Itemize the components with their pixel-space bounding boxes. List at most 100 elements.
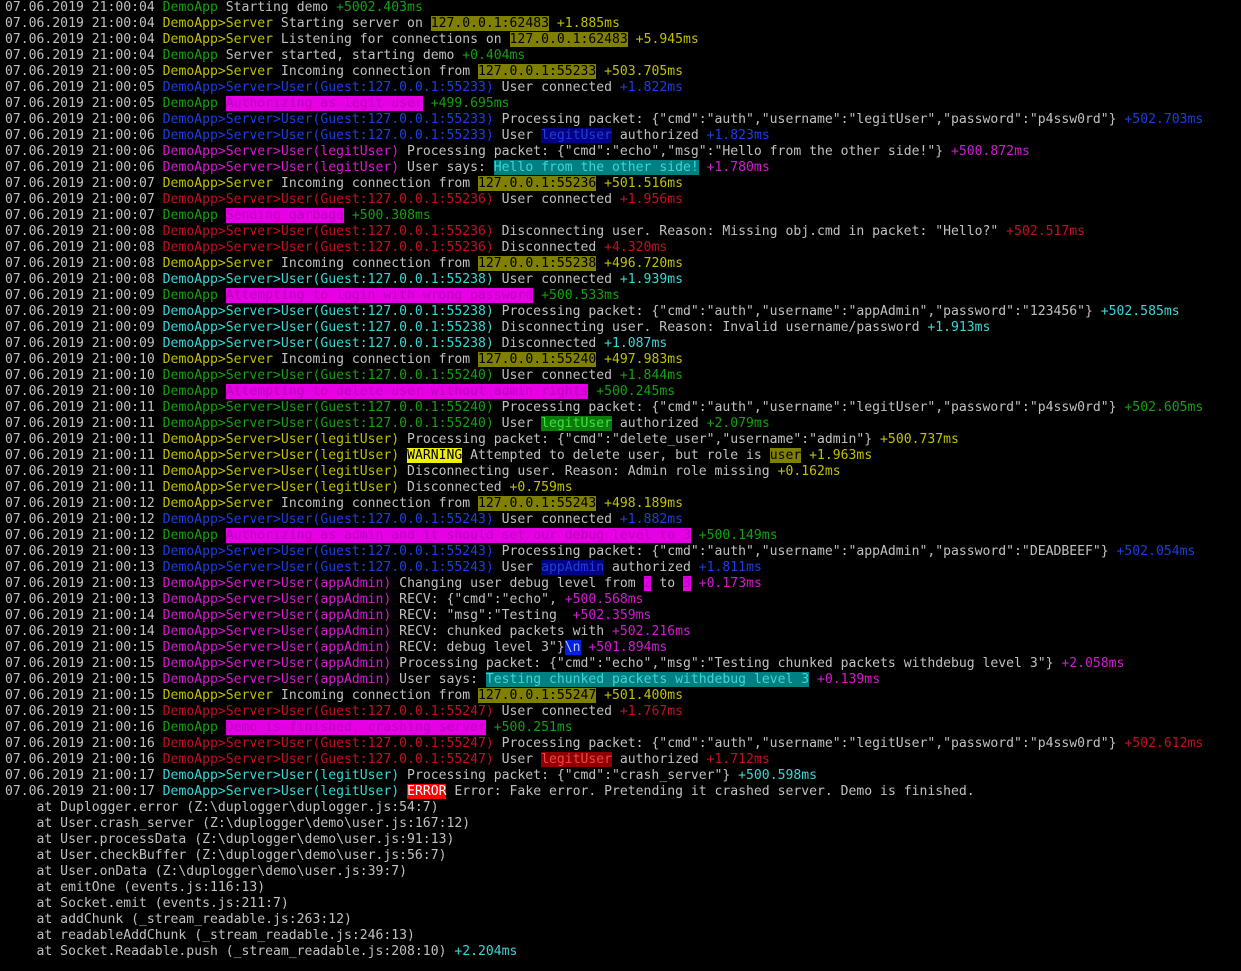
log-line: 07.06.2019 21:00:04 DemoApp>Server Liste…	[5, 32, 1241, 48]
log-text: User	[493, 752, 542, 767]
log-text: Server started, starting demo	[217, 48, 463, 63]
log-text: Processing packet: {"cmd":"auth","userna…	[493, 304, 1101, 319]
log-text: +500.251ms	[485, 720, 573, 735]
highlighted-text: Attempting to login with wrong password	[225, 288, 534, 303]
highlighted-text: 127.0.0.1:55236	[478, 176, 597, 191]
highlighted-text: legitUser	[541, 416, 613, 431]
log-text: DemoApp>Server>User(Guest:127.0.0.1:5524…	[162, 544, 494, 559]
highlighted-text: 127.0.0.1:55238	[478, 256, 597, 271]
log-text: at User.crash_server (Z:\duplogger\demo\…	[5, 816, 471, 831]
log-line: at User.crash_server (Z:\duplogger\demo\…	[5, 816, 1241, 832]
timestamp: 07.06.2019 21:00:05	[5, 80, 163, 95]
log-line: 07.06.2019 21:00:13 DemoApp>Server>User(…	[5, 544, 1241, 560]
log-text: DemoApp	[162, 720, 218, 735]
log-text: +1.767ms	[619, 704, 683, 719]
log-text: DemoApp>Server>User(appAdmin)	[162, 672, 392, 687]
timestamp: 07.06.2019 21:00:16	[5, 736, 163, 751]
timestamp: 07.06.2019 21:00:10	[5, 352, 163, 367]
timestamp: 07.06.2019 21:00:04	[5, 48, 163, 63]
log-text: DemoApp	[162, 0, 218, 15]
timestamp: 07.06.2019 21:00:08	[5, 272, 163, 287]
log-line: at User.processData (Z:\duplogger\demo\u…	[5, 832, 1241, 848]
highlighted-text: 127.0.0.1:55243	[478, 496, 597, 511]
log-line: 07.06.2019 21:00:12 DemoApp Authorizing …	[5, 528, 1241, 544]
log-line: 07.06.2019 21:00:04 DemoApp>Server Start…	[5, 16, 1241, 32]
log-text: DemoApp>Server>User(appAdmin)	[162, 656, 392, 671]
log-text: +0.404ms	[462, 48, 526, 63]
log-line: 07.06.2019 21:00:05 DemoApp Authorizing …	[5, 96, 1241, 112]
log-text: User connected	[493, 80, 620, 95]
highlighted-text: user	[769, 448, 802, 463]
log-text: User connected	[493, 192, 620, 207]
log-line: at emitOne (events.js:116:13)	[5, 880, 1241, 896]
log-line: 07.06.2019 21:00:14 DemoApp>Server>User(…	[5, 624, 1241, 640]
log-line: 07.06.2019 21:00:16 DemoApp Demo is fini…	[5, 720, 1241, 736]
timestamp: 07.06.2019 21:00:08	[5, 256, 163, 271]
log-text: +1.963ms	[801, 448, 873, 463]
log-line: 07.06.2019 21:00:08 DemoApp>Server>User(…	[5, 240, 1241, 256]
log-text: authorized	[612, 416, 707, 431]
log-text: Disconnected	[399, 480, 510, 495]
log-text: Incoming connection from	[273, 352, 479, 367]
log-line: 07.06.2019 21:00:17 DemoApp>Server>User(…	[5, 784, 1241, 800]
log-line: 07.06.2019 21:00:09 DemoApp>Server>User(…	[5, 336, 1241, 352]
timestamp: 07.06.2019 21:00:17	[5, 768, 163, 783]
log-text: RECV: debug level 3"}	[391, 640, 565, 655]
log-text: RECV: chunked packets with	[391, 624, 613, 639]
log-line: 07.06.2019 21:00:08 DemoApp>Server>User(…	[5, 224, 1241, 240]
log-text: DemoApp>Server	[162, 688, 274, 703]
log-text: at User.processData (Z:\duplogger\demo\u…	[5, 832, 455, 847]
log-line: 07.06.2019 21:00:06 DemoApp>Server>User(…	[5, 128, 1241, 144]
log-text: +500.737ms	[880, 432, 959, 447]
timestamp: 07.06.2019 21:00:10	[5, 384, 163, 399]
log-text: Disconnecting user. Reason: Missing obj.…	[493, 224, 1007, 239]
log-line: 07.06.2019 21:00:13 DemoApp>Server>User(…	[5, 576, 1241, 592]
log-text: DemoApp>Server>User(legitUser)	[162, 160, 400, 175]
log-text: DemoApp>Server>User(Guest:127.0.0.1:5524…	[162, 416, 494, 431]
log-text: Processing packet: {"cmd":"delete_user",…	[399, 432, 881, 447]
log-line: at addChunk (_stream_readable.js:263:12)	[5, 912, 1241, 928]
log-text: User connected	[493, 368, 620, 383]
highlighted-text: \n	[564, 640, 581, 655]
timestamp: 07.06.2019 21:00:17	[5, 784, 163, 799]
log-text: +502.612ms	[1124, 736, 1204, 751]
log-text: User connected	[493, 704, 620, 719]
log-text: Processing packet: {"cmd":"echo","msg":"…	[399, 144, 951, 159]
log-text: +502.585ms	[1100, 304, 1180, 319]
timestamp: 07.06.2019 21:00:06	[5, 112, 163, 127]
log-text: +0.759ms	[509, 480, 573, 495]
timestamp: 07.06.2019 21:00:11	[5, 480, 163, 495]
log-text: DemoApp>Server>User(Guest:127.0.0.1:5523…	[162, 272, 494, 287]
timestamp: 07.06.2019 21:00:15	[5, 704, 163, 719]
timestamp: 07.06.2019 21:00:16	[5, 720, 163, 735]
timestamp: 07.06.2019 21:00:06	[5, 128, 163, 143]
log-line: 07.06.2019 21:00:17 DemoApp>Server>User(…	[5, 768, 1241, 784]
timestamp: 07.06.2019 21:00:06	[5, 144, 163, 159]
log-text: Processing packet: {"cmd":"crash_server"…	[399, 768, 739, 783]
log-text: +502.054ms	[1116, 544, 1196, 559]
timestamp: 07.06.2019 21:00:11	[5, 400, 163, 415]
log-text: User says:	[399, 160, 494, 175]
log-text: +1.822ms	[619, 80, 683, 95]
timestamp: 07.06.2019 21:00:08	[5, 224, 163, 239]
log-text: Processing packet: {"cmd":"auth","userna…	[493, 544, 1117, 559]
log-text: DemoApp>Server	[162, 32, 274, 47]
log-text: +1.913ms	[927, 320, 991, 335]
timestamp: 07.06.2019 21:00:12	[5, 512, 163, 527]
log-text: Disconnecting user. Reason: Admin role m…	[399, 464, 778, 479]
log-text: DemoApp>Server>User(appAdmin)	[162, 624, 392, 639]
log-text: DemoApp	[162, 48, 218, 63]
log-text: DemoApp>Server>User(Guest:127.0.0.1:5523…	[162, 112, 494, 127]
highlighted-text: Authorizing as legit user	[225, 96, 423, 111]
log-text: +497.983ms	[596, 352, 683, 367]
log-line: 07.06.2019 21:00:13 DemoApp>Server>User(…	[5, 560, 1241, 576]
log-text: authorized	[612, 752, 707, 767]
log-line: 07.06.2019 21:00:14 DemoApp>Server>User(…	[5, 608, 1241, 624]
log-text: DemoApp>Server>User(appAdmin)	[162, 592, 392, 607]
log-text: Processing packet: {"cmd":"echo","msg":"…	[391, 656, 1062, 671]
log-line: 07.06.2019 21:00:07 DemoApp Sending garb…	[5, 208, 1241, 224]
log-line: 07.06.2019 21:00:15 DemoApp>Server>User(…	[5, 672, 1241, 688]
